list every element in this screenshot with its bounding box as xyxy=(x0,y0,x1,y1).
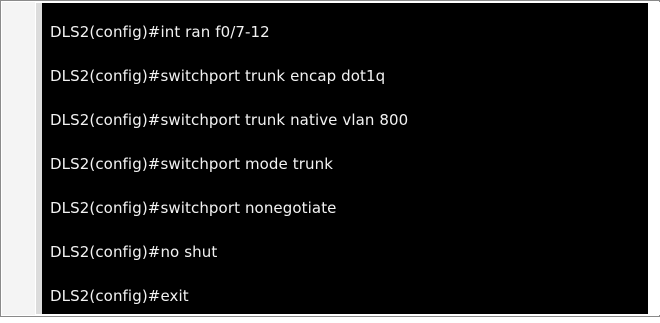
terminal-line: DLS2(config)#int ran f0/7-12 xyxy=(50,23,270,41)
terminal-window[interactable]: DLS2(config)#int ran f0/7-12 DLS2(config… xyxy=(36,3,648,314)
terminal-line: DLS2(config)#switchport mode trunk xyxy=(50,155,334,173)
screenshot-frame: DLS2(config)#int ran f0/7-12 DLS2(config… xyxy=(0,0,660,317)
terminal-line: DLS2(config)#no shut xyxy=(50,243,218,261)
left-margin xyxy=(2,2,35,315)
terminal-line: DLS2(config)#switchport nonegotiate xyxy=(50,199,337,217)
terminal-line: DLS2(config)#exit xyxy=(50,287,189,305)
terminal-output: DLS2(config)#int ran f0/7-12 DLS2(config… xyxy=(50,15,408,323)
terminal-line: DLS2(config)#switchport trunk native vla… xyxy=(50,111,409,129)
terminal-line: DLS2(config)#switchport trunk encap dot1… xyxy=(50,67,386,85)
right-margin xyxy=(648,2,660,315)
